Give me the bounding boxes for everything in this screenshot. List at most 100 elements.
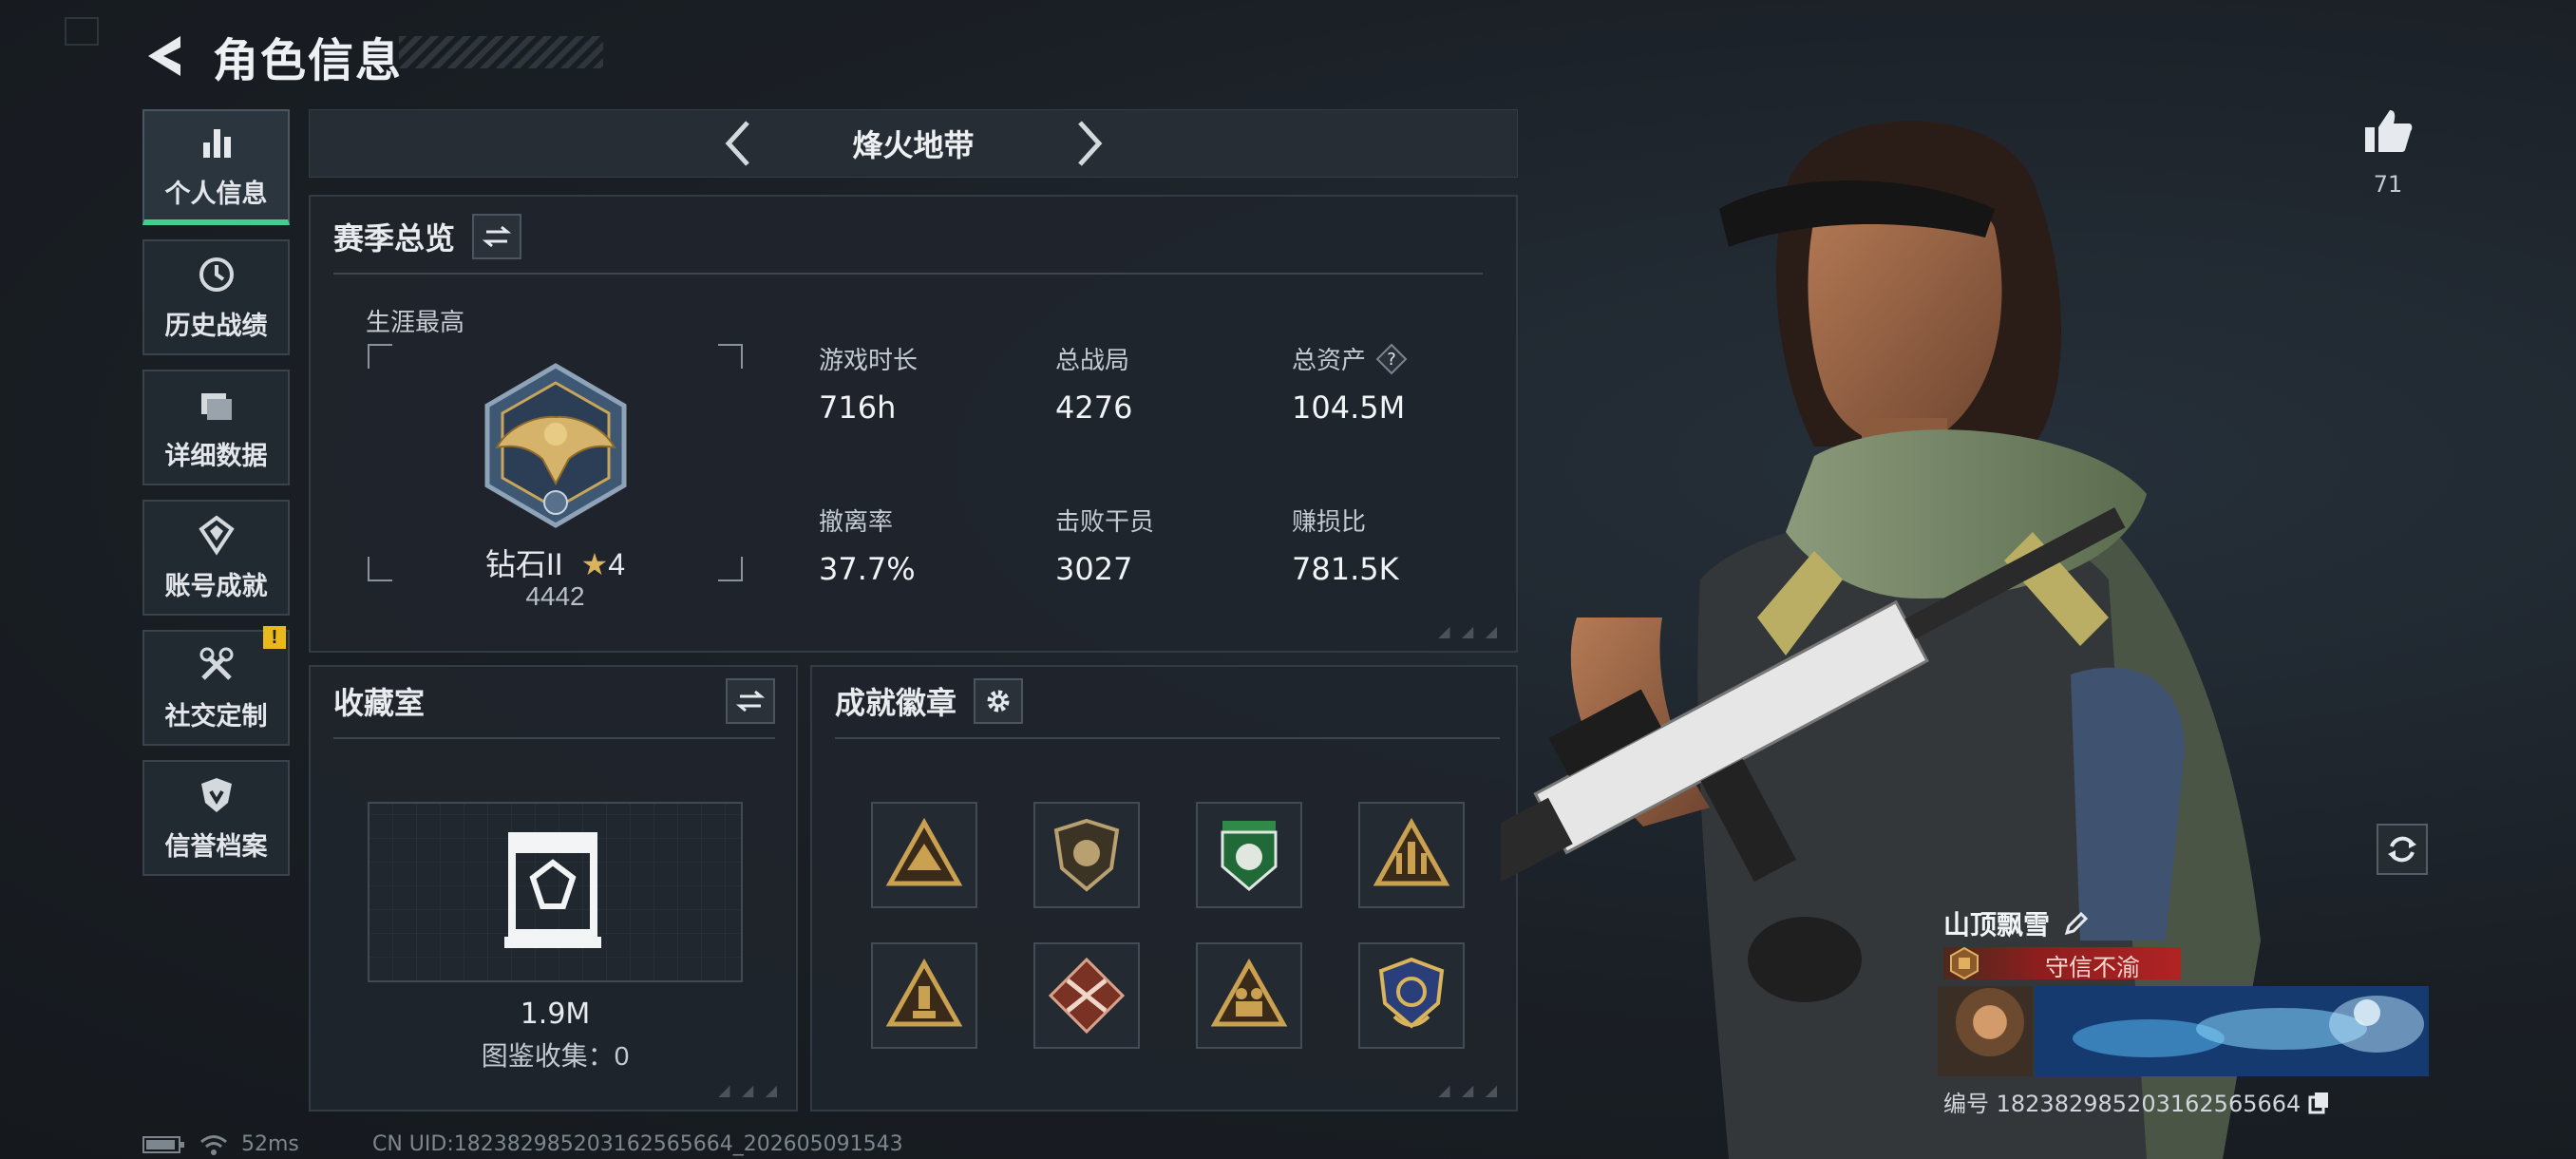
copy-icon[interactable] [2306,1090,2331,1114]
warning-badge-icon [885,958,963,1027]
panel-title: 赛季总览 [333,221,456,256]
corner-decoration [65,17,99,46]
stat-label: 撤离率 [819,507,894,536]
mode-name: 烽火地带 [852,128,975,162]
swap-icon [483,225,512,248]
nav-item-credit-record[interactable]: 信誉档案 [142,760,290,876]
player-banner [2035,986,2429,1076]
help-icon[interactable]: ? [1375,343,1408,375]
corner-decoration: ◢ ◢ ◢ [1438,1083,1501,1099]
stat-total-matches: 总战局 4276 [1055,341,1132,426]
corner-decoration: ◢ ◢ ◢ [1438,624,1501,640]
badge-slot-7[interactable] [1196,942,1302,1049]
ping-value: 52ms [241,1132,299,1156]
nav-label: 社交定制 [164,701,268,731]
soldiers-badge-icon [1210,958,1288,1027]
triangle-badge-icon [885,817,963,886]
edit-pencil-icon[interactable] [2063,910,2090,937]
nav-label: 账号成就 [164,571,268,600]
nav-item-achievements[interactable]: 账号成就 [142,500,290,616]
divider [333,737,775,739]
badge-slot-6[interactable] [1033,942,1140,1049]
divider [835,737,1500,739]
collection-header: 收藏室 [333,678,775,724]
mode-switcher: 烽火地带 [309,109,1518,178]
next-mode-arrow-icon[interactable] [1070,117,1108,170]
shield-badge-icon [1053,818,1120,892]
nav-label: 历史战绩 [164,311,268,340]
previous-mode-arrow-icon[interactable] [719,117,757,170]
panel-title: 收藏室 [333,686,426,720]
stat-label: 总资产 [1292,346,1367,374]
player-avatar[interactable] [1938,986,2033,1076]
title-tag: 守信不渝 [2044,955,2140,981]
badge-slot-1[interactable] [871,802,977,908]
tools-icon [199,647,233,680]
blue-crest-badge-icon [1378,957,1445,1029]
badge-slot-5[interactable] [871,942,977,1049]
career-best-label: 生涯最高 [366,308,465,336]
refresh-button[interactable] [2377,824,2428,875]
shield-icon [200,777,232,812]
back-arrow-icon[interactable] [142,32,186,80]
player-name-row: 山顶飘雪 [1943,904,2090,942]
badge-settings-button[interactable] [974,678,1024,724]
collection-panel: 收藏室 1.9M 图鉴收集：0 ◢ ◢ ◢ [309,665,798,1112]
stat-value: 104.5M [1292,390,1406,426]
divider [333,273,1483,275]
side-nav: 个人信息 历史战绩 详细数据 账号成就 社交定制 ! 信誉档案 [142,109,290,890]
crossed-rifles-badge-icon [1048,957,1126,1035]
stat-play-time: 游戏时长 716h [819,341,918,426]
badge-slot-3[interactable] [1196,802,1302,908]
gear-icon [987,690,1010,712]
rocket-badge-icon [1373,817,1450,886]
nav-item-personal-info[interactable]: 个人信息 [142,109,290,225]
player-name: 山顶飘雪 [1943,910,2051,940]
star-icon: ★ [580,547,609,581]
battery-icon [142,1135,184,1153]
collection-value: 1.9M [520,998,591,1031]
nav-item-social-custom[interactable]: 社交定制 ! [142,626,290,746]
nav-label: 信誉档案 [164,831,268,861]
swap-button[interactable] [472,214,522,259]
corner-decoration: ◢ ◢ ◢ [718,1083,781,1099]
panel-title: 成就徽章 [835,686,957,720]
stat-value: 4276 [1055,390,1133,426]
nav-item-detail-data[interactable]: 详细数据 [142,370,290,485]
title-stripe-decoration [399,36,603,68]
season-header: 赛季总览 [333,214,522,259]
title-emblem-icon [1950,946,1979,980]
rank-stars: 4 [608,547,626,581]
status-bar: 52ms [142,1132,299,1156]
stat-profit-loss-ratio: 赚损比 781.5K [1292,503,1399,587]
stat-extraction-rate: 撤离率 37.7% [819,503,916,587]
folder-icon [200,392,232,420]
nav-label: 个人信息 [164,179,268,208]
like-count: 71 [2373,171,2403,198]
vault-icon [504,832,601,948]
wifi-icon [200,1134,227,1155]
stat-value: 716h [819,390,897,426]
season-overview-panel: 赛季总览 生涯最高 钻石II ★4 4442 游戏时长 716h 总战局 427… [309,195,1518,653]
collection-count: 图鉴收集：0 [481,1041,630,1071]
page-header: 角色信息 [142,23,403,89]
badge-slot-8[interactable] [1358,942,1465,1049]
swap-button[interactable] [726,678,775,724]
badge-slot-4[interactable] [1358,802,1465,908]
diamond-rank-emblem-icon [484,363,627,528]
nav-item-history[interactable]: 历史战绩 [142,239,290,355]
badges-header: 成就徽章 [835,678,1024,724]
rank-name: 钻石II [484,547,563,581]
rank-score: 4442 [525,581,585,611]
green-crest-badge-icon [1221,821,1278,891]
badge-slot-2[interactable] [1033,802,1140,908]
player-id: 编号 182382985203162565664 [1943,1091,2301,1117]
thumbs-up-icon[interactable] [2361,104,2415,158]
history-icon [199,256,234,292]
stat-total-assets: 总资产 ? 104.5M [1292,341,1408,426]
uid-text: CN UID:182382985203162565664_20260509154… [372,1132,903,1156]
achievement-icon [198,515,235,556]
nav-label: 详细数据 [164,441,268,470]
refresh-icon [2388,836,2416,863]
swap-icon [736,690,765,712]
